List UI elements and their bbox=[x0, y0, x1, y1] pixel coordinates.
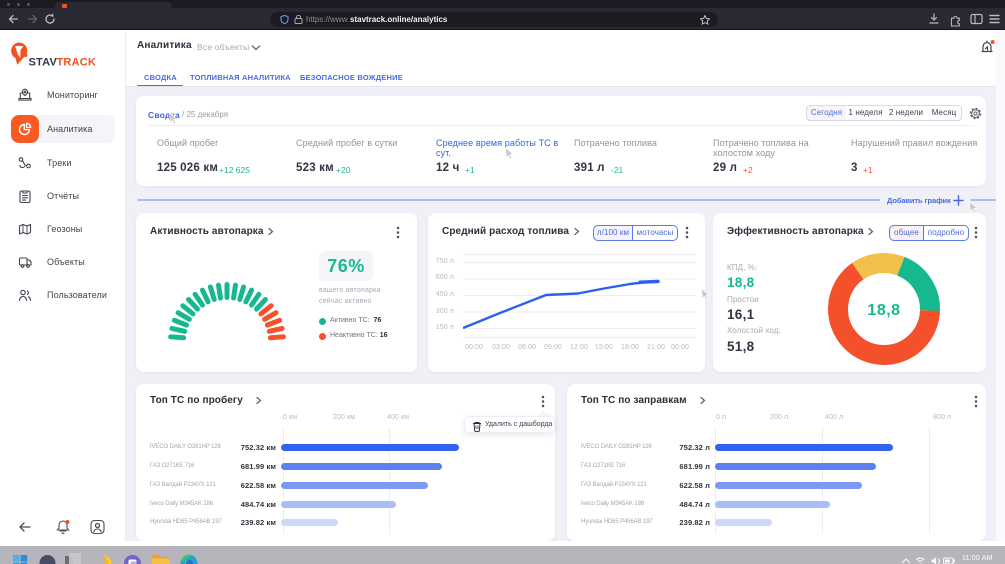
svg-text:18,8: 18,8 bbox=[867, 302, 900, 319]
svg-text:STAV: STAV bbox=[29, 57, 58, 69]
svg-text:TRACK: TRACK bbox=[57, 57, 97, 69]
